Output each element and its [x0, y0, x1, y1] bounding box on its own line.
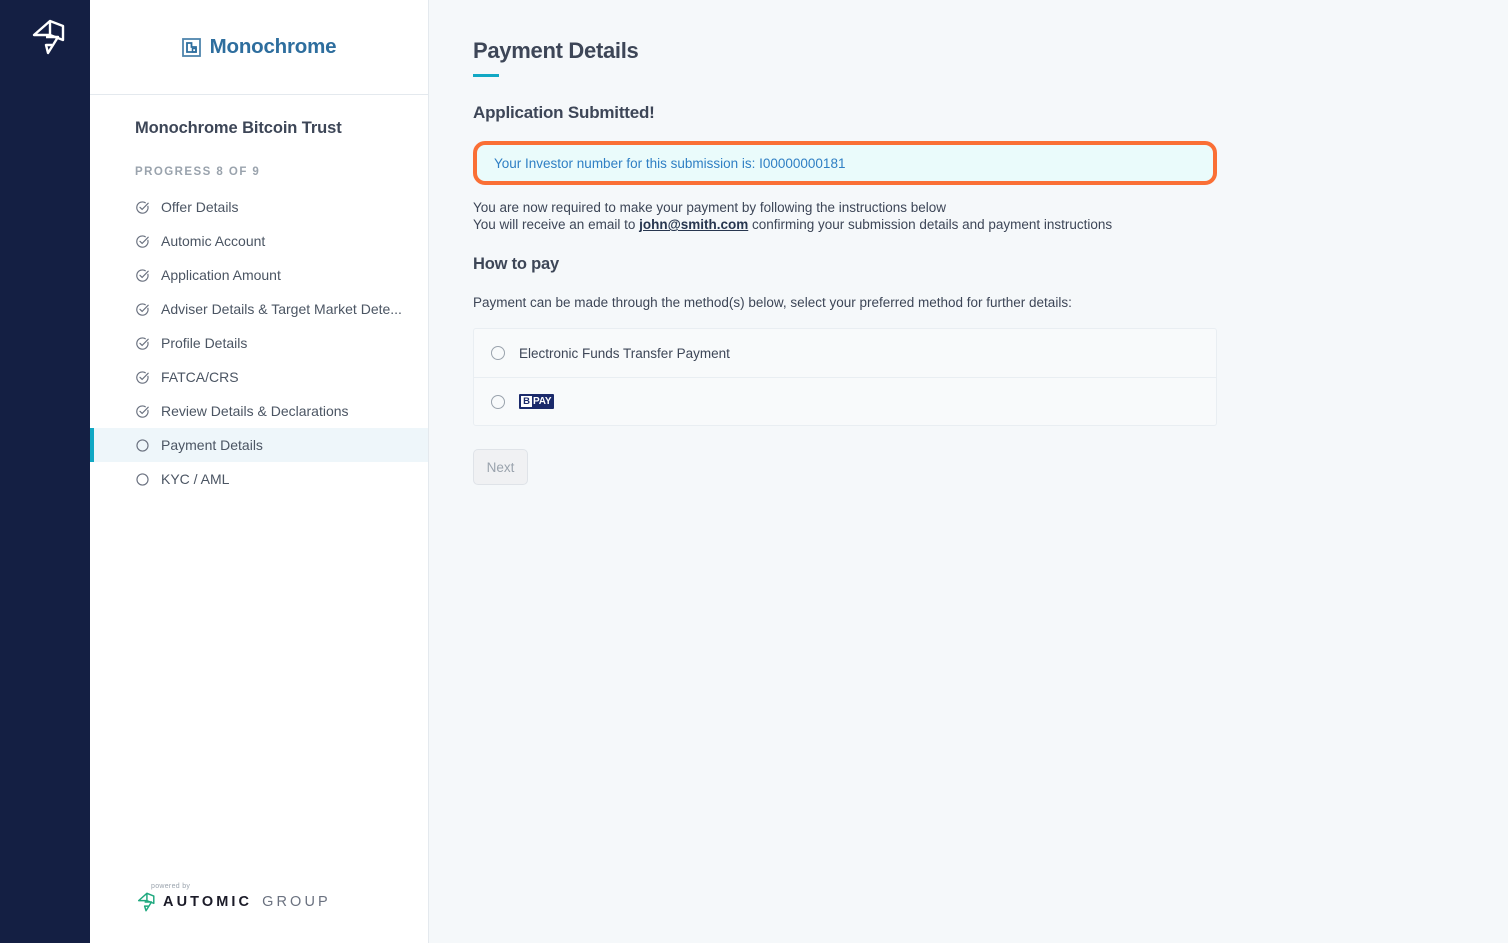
trust-title: Monochrome Bitcoin Trust: [90, 111, 428, 138]
radio-icon[interactable]: [491, 346, 505, 360]
monochrome-square-icon: [182, 38, 201, 57]
sidebar-item-label: KYC / AML: [161, 471, 229, 487]
title-underline-rule: [473, 74, 499, 77]
sidebar-item-label: FATCA/CRS: [161, 369, 239, 385]
main-content: Payment Details Application Submitted! Y…: [429, 0, 1508, 943]
check-circle-icon: [135, 302, 150, 317]
circle-icon: [135, 472, 150, 487]
payment-methods-list: Electronic Funds Transfer Payment B PAY: [473, 328, 1217, 426]
payment-method-eft[interactable]: Electronic Funds Transfer Payment: [474, 329, 1216, 377]
sidebar-item-offer-details[interactable]: Offer Details: [90, 190, 428, 224]
automic-group-logo: AUTOMIC GROUP: [135, 891, 428, 913]
sidebar-item-automic-account[interactable]: Automic Account: [90, 224, 428, 258]
sidebar-item-profile-details[interactable]: Profile Details: [90, 326, 428, 360]
how-to-pay-subtext: Payment can be made through the method(s…: [473, 295, 1508, 310]
sidebar-item-review-declarations[interactable]: Review Details & Declarations: [90, 394, 428, 428]
bpay-logo-b: B: [521, 396, 532, 407]
sidebar-item-label: Profile Details: [161, 335, 247, 351]
payment-method-label: Electronic Funds Transfer Payment: [519, 346, 730, 361]
sidebar-item-label: Application Amount: [161, 267, 281, 283]
instruction-line-1: You are now required to make your paymen…: [473, 199, 1508, 216]
sidebar-item-label: Offer Details: [161, 199, 239, 215]
sidebar-item-payment-details[interactable]: Payment Details: [90, 428, 428, 462]
brand-header: Monochrome: [90, 0, 428, 95]
check-circle-icon: [135, 404, 150, 419]
powered-by-label: powered by: [151, 883, 428, 890]
automic-mark-icon: [135, 891, 157, 913]
check-circle-icon: [135, 234, 150, 249]
automic-wordmark: AUTOMIC: [163, 894, 252, 910]
group-wordmark: GROUP: [262, 894, 331, 910]
app-root: Monochrome Monochrome Bitcoin Trust PROG…: [0, 0, 1508, 943]
sidebar-footer: powered by AUTOMIC GROUP: [90, 883, 428, 943]
circle-icon: [135, 438, 150, 453]
sidebar-item-fatca-crs[interactable]: FATCA/CRS: [90, 360, 428, 394]
how-to-pay-heading: How to pay: [473, 255, 1508, 274]
instruction-line-2-suffix: confirming your submission details and p…: [748, 217, 1112, 232]
sidebar-item-kyc-aml[interactable]: KYC / AML: [90, 462, 428, 496]
sidebar-item-application-amount[interactable]: Application Amount: [90, 258, 428, 292]
email-link[interactable]: john@smith.com: [639, 217, 748, 232]
next-button[interactable]: Next: [473, 449, 528, 485]
sidebar-item-label: Payment Details: [161, 437, 263, 453]
radio-icon[interactable]: [491, 395, 505, 409]
application-submitted-heading: Application Submitted!: [473, 103, 1508, 123]
sidebar-item-label: Automic Account: [161, 233, 265, 249]
bpay-logo-pay: PAY: [533, 396, 552, 407]
instruction-line-2: You will receive an email to john@smith.…: [473, 216, 1508, 233]
check-circle-icon: [135, 336, 150, 351]
check-circle-icon: [135, 200, 150, 215]
sidebar-body: Monochrome Bitcoin Trust PROGRESS 8 OF 9…: [90, 95, 428, 883]
progress-nav-list: Offer Details Automic Account: [90, 190, 428, 496]
check-circle-icon: [135, 268, 150, 283]
progress-label: PROGRESS 8 OF 9: [90, 138, 428, 190]
sidebar-item-label: Adviser Details & Target Market Dete...: [161, 301, 402, 317]
payment-method-bpay[interactable]: B PAY: [474, 377, 1216, 425]
sidebar-item-label: Review Details & Declarations: [161, 403, 349, 419]
page-title: Payment Details: [473, 38, 1508, 64]
investor-number-text: Your Investor number for this submission…: [494, 156, 845, 171]
brand-name: Monochrome: [210, 35, 337, 59]
instruction-line-2-prefix: You will receive an email to: [473, 217, 639, 232]
check-circle-icon: [135, 370, 150, 385]
investor-number-alert: Your Investor number for this submission…: [473, 141, 1217, 185]
left-rail: [0, 0, 90, 943]
automic-mark-icon[interactable]: [24, 14, 70, 60]
sidebar-item-adviser-details[interactable]: Adviser Details & Target Market Dete...: [90, 292, 428, 326]
bpay-logo-icon: B PAY: [519, 394, 554, 409]
sidebar: Monochrome Monochrome Bitcoin Trust PROG…: [90, 0, 429, 943]
payment-instructions: You are now required to make your paymen…: [473, 199, 1508, 233]
